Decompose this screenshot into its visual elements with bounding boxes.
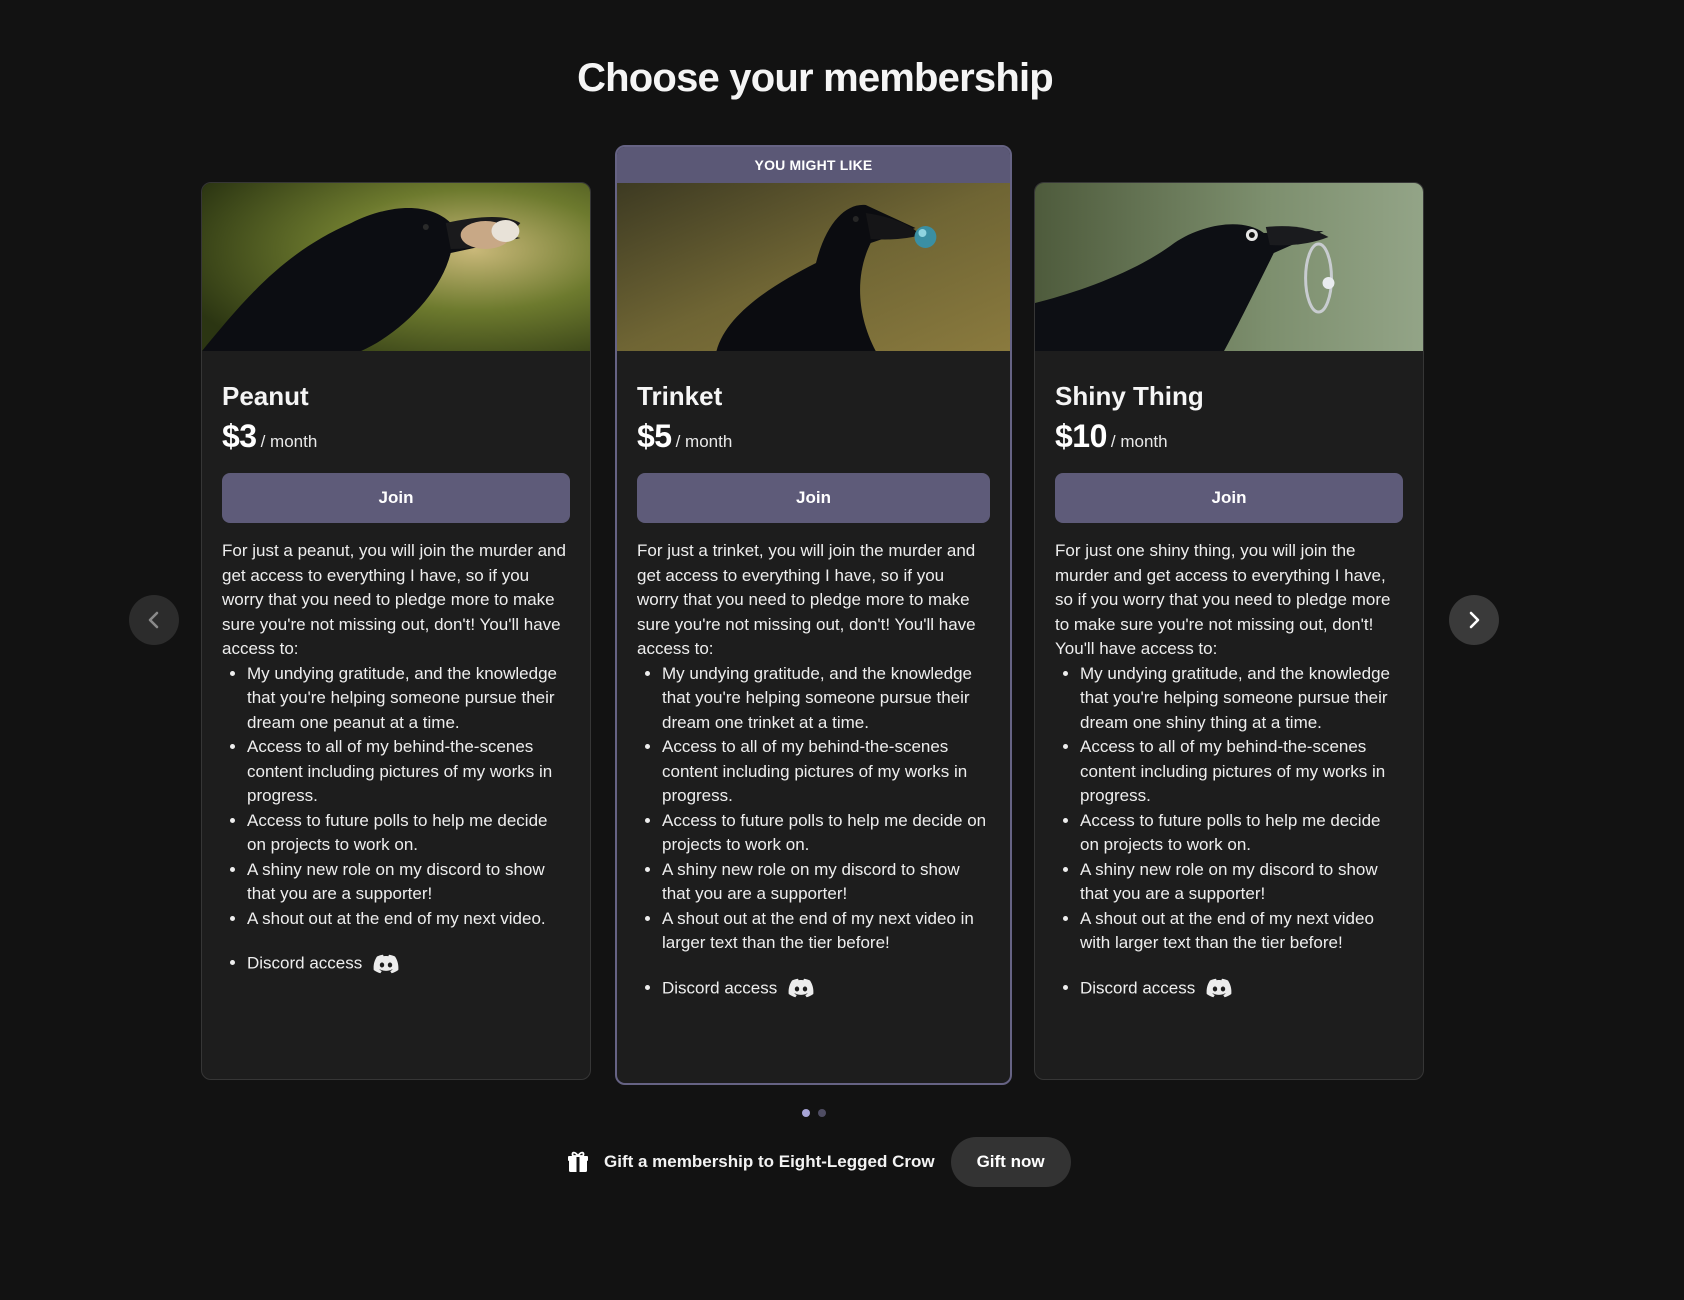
carousel-pagination bbox=[802, 1109, 826, 1117]
benefit-item: A shout out at the end of my next video … bbox=[1080, 907, 1403, 956]
benefit-list: My undying gratitude, and the knowledge … bbox=[637, 662, 990, 956]
discord-access-label: Discord access bbox=[1080, 977, 1196, 997]
discord-benefit-list: Discord access bbox=[637, 976, 990, 1001]
discord-benefit: Discord access bbox=[1080, 976, 1403, 1001]
tier-card-body: Peanut $3 / month Join For just a peanut… bbox=[202, 351, 590, 976]
membership-page: Choose your membership Peanut $3 / month… bbox=[0, 0, 1684, 1300]
tier-price: $10 bbox=[1055, 418, 1107, 455]
tier-card-shiny-thing: Shiny Thing $10 / month Join For just on… bbox=[1034, 182, 1424, 1080]
benefit-item: Access to future polls to help me decide… bbox=[662, 809, 990, 858]
benefit-item: Access to future polls to help me decide… bbox=[247, 809, 570, 858]
benefit-item: A shiny new role on my discord to show t… bbox=[247, 858, 570, 907]
benefit-item: A shout out at the end of my next video … bbox=[662, 907, 990, 956]
tier-description: For just a trinket, you will join the mu… bbox=[637, 541, 976, 659]
gift-icon bbox=[568, 1151, 588, 1172]
crow-with-marble-image bbox=[617, 183, 1010, 351]
tier-description: For just one shiny thing, you will join … bbox=[1055, 541, 1391, 659]
crow-with-ring-image bbox=[1035, 183, 1423, 351]
discord-icon bbox=[788, 978, 814, 998]
price-row: $3 / month bbox=[222, 418, 570, 455]
benefit-item: My undying gratitude, and the knowledge … bbox=[1080, 662, 1403, 736]
discord-icon bbox=[1206, 978, 1232, 998]
discord-icon bbox=[373, 954, 399, 974]
tier-period: / month bbox=[1110, 432, 1168, 452]
benefit-item: Access to future polls to help me decide… bbox=[1080, 809, 1403, 858]
benefit-item: Access to all of my behind-the-scenes co… bbox=[1080, 735, 1403, 809]
crow-with-peanut-image bbox=[202, 183, 590, 351]
gift-now-button[interactable]: Gift now bbox=[950, 1137, 1071, 1187]
carousel-next-button[interactable] bbox=[1449, 595, 1499, 645]
gift-membership-row: Gift a membership to Eight-Legged Crow G… bbox=[566, 1137, 1071, 1187]
tier-card-body: Shiny Thing $10 / month Join For just on… bbox=[1035, 351, 1423, 1000]
benefit-item: Access to all of my behind-the-scenes co… bbox=[662, 735, 990, 809]
featured-banner: YOU MIGHT LIKE bbox=[617, 147, 1010, 183]
tier-card-body: Trinket $5 / month Join For just a trink… bbox=[617, 351, 1010, 1000]
carousel-prev-button[interactable] bbox=[129, 595, 179, 645]
chevron-left-icon bbox=[148, 611, 159, 629]
tier-name: Shiny Thing bbox=[1055, 381, 1204, 411]
benefit-item: A shiny new role on my discord to show t… bbox=[662, 858, 990, 907]
discord-benefit-list: Discord access bbox=[1055, 976, 1403, 1001]
gift-membership-text: Gift a membership to Eight-Legged Crow bbox=[604, 1152, 935, 1171]
benefit-item: Access to all of my behind-the-scenes co… bbox=[247, 735, 570, 809]
join-button-peanut[interactable]: Join bbox=[222, 473, 570, 524]
benefit-list: My undying gratitude, and the knowledge … bbox=[1055, 662, 1403, 956]
price-row: $10 / month bbox=[1055, 418, 1403, 455]
discord-benefit-list: Discord access bbox=[222, 951, 570, 976]
benefit-list: My undying gratitude, and the knowledge … bbox=[222, 662, 570, 932]
tier-price: $3 bbox=[222, 418, 257, 455]
tier-name: Trinket bbox=[637, 381, 723, 411]
discord-benefit: Discord access bbox=[247, 951, 570, 976]
benefit-item: My undying gratitude, and the knowledge … bbox=[247, 662, 570, 736]
tier-card-peanut: Peanut $3 / month Join For just a peanut… bbox=[201, 182, 591, 1080]
discord-benefit: Discord access bbox=[662, 976, 990, 1001]
tier-price: $5 bbox=[637, 418, 672, 455]
page-title: Choose your membership bbox=[577, 56, 1054, 100]
join-button-trinket[interactable]: Join bbox=[637, 473, 990, 524]
tier-period: / month bbox=[260, 432, 318, 452]
discord-access-label: Discord access bbox=[662, 977, 778, 997]
tier-card-trinket: YOU MIGHT LIKE Trinket $5 / month Join F… bbox=[615, 145, 1012, 1085]
tier-description: For just a peanut, you will join the mur… bbox=[222, 541, 566, 659]
pagination-dot[interactable] bbox=[818, 1109, 826, 1117]
pagination-dot-active[interactable] bbox=[802, 1109, 810, 1117]
join-button-shiny-thing[interactable]: Join bbox=[1055, 473, 1403, 524]
price-row: $5 / month bbox=[637, 418, 990, 455]
chevron-right-icon bbox=[1469, 611, 1480, 629]
discord-access-label: Discord access bbox=[247, 953, 363, 973]
benefit-item: A shiny new role on my discord to show t… bbox=[1080, 858, 1403, 907]
benefit-item: My undying gratitude, and the knowledge … bbox=[662, 662, 990, 736]
benefit-item: A shout out at the end of my next video. bbox=[247, 907, 570, 932]
tier-period: / month bbox=[675, 432, 733, 452]
tier-name: Peanut bbox=[222, 381, 309, 411]
